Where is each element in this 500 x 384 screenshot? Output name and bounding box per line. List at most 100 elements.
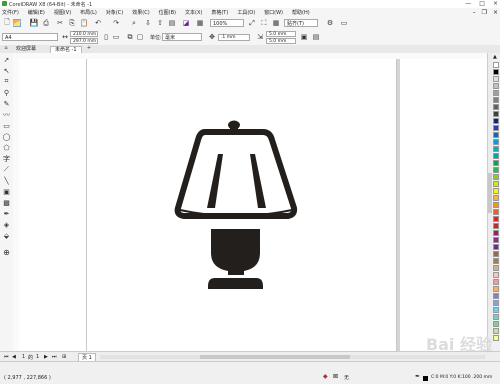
all-pages-icon[interactable]: ⧉ [126, 33, 134, 41]
menu-object[interactable]: 对象(C) [106, 9, 123, 16]
palette-swatch[interactable] [493, 139, 499, 145]
launch-icon[interactable]: ▭ [340, 19, 348, 27]
palette-swatch[interactable] [493, 293, 499, 299]
palette-swatch[interactable] [493, 181, 499, 187]
current-page-icon[interactable]: ▢ [136, 33, 144, 41]
zoom-tool-icon[interactable]: ⚲ [2, 88, 11, 97]
nudge-distance-field[interactable]: .1 mm [218, 34, 250, 41]
menu-bitmaps[interactable]: 位图(B) [159, 9, 176, 16]
add-page-icon[interactable]: ⊞ [62, 354, 66, 360]
print-icon[interactable]: ⎙ [42, 19, 50, 27]
palette-swatch[interactable] [493, 146, 499, 152]
minimize-button[interactable]: — [465, 0, 471, 7]
tab-welcome-screen[interactable]: 欢迎屏幕 [12, 46, 40, 53]
eyedropper-tool-icon[interactable]: ✒ [2, 209, 11, 218]
palette-swatch[interactable] [493, 118, 499, 124]
palette-swatch[interactable] [493, 223, 499, 229]
home-icon[interactable]: ⌂ [3, 45, 9, 51]
grid-icon[interactable]: ▦ [272, 19, 280, 27]
duplicate-y-field[interactable]: 5.0 mm [266, 38, 296, 44]
menu-table[interactable]: 表格(T) [211, 9, 228, 16]
save-icon[interactable]: 💾 [30, 19, 39, 27]
freehand-tool-icon[interactable]: ✎ [2, 99, 11, 108]
palette-swatch[interactable] [493, 216, 499, 222]
palette-swatch[interactable] [493, 258, 499, 264]
undo-icon[interactable]: ↶ [94, 19, 102, 27]
search-icon[interactable]: ⌕ [130, 19, 138, 27]
table-lamp-drawing[interactable] [170, 118, 300, 300]
full-screen-icon[interactable]: ⛶ [260, 19, 268, 27]
first-page-icon[interactable]: ⏮ [4, 354, 9, 360]
menu-file[interactable]: 文件(F) [2, 9, 19, 16]
snap-to-dropdown[interactable]: 贴齐(T) [284, 19, 318, 27]
smart-fill-tool-icon[interactable]: ⬙ [2, 231, 11, 240]
settings-icon[interactable]: ⚙ [326, 19, 334, 27]
palette-swatch[interactable] [493, 62, 499, 68]
menu-help[interactable]: 帮助(H) [292, 9, 310, 16]
page-width-field[interactable]: 210.0 mm [70, 31, 98, 37]
make-current-default-icon[interactable]: ▣ [300, 33, 308, 41]
window-minimize-doc-icon[interactable]: – [473, 9, 476, 16]
menu-effects[interactable]: 效果(C) [132, 9, 149, 16]
prev-page-icon[interactable]: ◀ [12, 354, 16, 360]
palette-swatch[interactable] [493, 307, 499, 313]
palette-swatch[interactable] [493, 125, 499, 131]
export-icon[interactable]: ⇧ [156, 19, 164, 27]
publish-icon[interactable]: ▤ [168, 19, 176, 27]
cut-icon[interactable]: ✂ [56, 19, 64, 27]
palette-swatch[interactable] [493, 195, 499, 201]
palette-swatch[interactable] [493, 272, 499, 278]
palette-swatch[interactable] [493, 321, 499, 327]
paper-size-select[interactable]: A4 [2, 33, 58, 41]
palette-swatch[interactable] [493, 97, 499, 103]
pick-tool-icon[interactable]: ➚ [2, 55, 11, 64]
palette-swatch[interactable] [493, 167, 499, 173]
welcome-icon[interactable]: ▦ [196, 19, 204, 27]
horizontal-scrollbar[interactable] [100, 355, 485, 359]
text-tool-icon[interactable]: 字 [2, 154, 11, 163]
palette-swatch[interactable] [493, 153, 499, 159]
palette-swatch[interactable] [493, 265, 499, 271]
menu-window[interactable]: 窗口(W) [264, 9, 283, 16]
portrait-icon[interactable]: ▯ [102, 33, 110, 41]
duplicate-x-field[interactable]: 5.0 mm [266, 31, 296, 37]
add-tab-icon[interactable]: + [86, 45, 92, 51]
parallel-dimension-tool-icon[interactable]: ⟋ [2, 165, 11, 174]
shape-tool-icon[interactable]: ↖ [2, 66, 11, 75]
window-restore-doc-icon[interactable]: ❐ [482, 9, 487, 16]
palette-swatch[interactable] [493, 104, 499, 110]
zoom-full-icon[interactable]: ⤢ [248, 19, 256, 27]
maximize-button[interactable]: □ [479, 0, 485, 7]
menu-view[interactable]: 视图(V) [54, 9, 71, 16]
close-button[interactable]: × [493, 0, 498, 7]
tab-untitled-1[interactable]: 未命名 -1 [50, 46, 82, 53]
palette-swatch[interactable] [493, 244, 499, 250]
palette-scroll-up-icon[interactable]: ▲ [493, 54, 497, 60]
palette-swatch[interactable] [493, 286, 499, 292]
palette-swatch[interactable] [493, 111, 499, 117]
menu-layout[interactable]: 布局(L) [80, 9, 97, 16]
palette-swatch[interactable] [493, 160, 499, 166]
paste-icon[interactable]: 📋 [80, 19, 89, 27]
options-icon[interactable]: ▤ [312, 33, 320, 41]
palette-swatch[interactable] [493, 202, 499, 208]
window-close-doc-icon[interactable]: × [493, 9, 498, 16]
ellipse-tool-icon[interactable]: ◯ [2, 132, 11, 141]
connector-tool-icon[interactable]: ╲ [2, 176, 11, 185]
open-icon[interactable]: 📂 [13, 19, 21, 27]
new-icon[interactable]: 🗋 [3, 18, 11, 27]
copy-icon[interactable]: ⎘ [68, 19, 76, 27]
palette-swatch[interactable] [493, 335, 499, 341]
palette-swatch[interactable] [493, 237, 499, 243]
palette-swatch[interactable] [493, 328, 499, 334]
palette-swatch[interactable] [493, 69, 499, 75]
palette-swatch[interactable] [493, 76, 499, 82]
interactive-fill-tool-icon[interactable]: ◈ [2, 220, 11, 229]
page-height-field[interactable]: 297.0 mm [70, 38, 98, 44]
menu-edit[interactable]: 编辑(E) [28, 9, 45, 16]
transparency-tool-icon[interactable]: ▩ [2, 198, 11, 207]
palette-swatch[interactable] [493, 314, 499, 320]
zoom-level-select[interactable]: 100% [210, 19, 244, 27]
polygon-tool-icon[interactable]: ⬠ [2, 143, 11, 152]
menu-text[interactable]: 文本(X) [185, 9, 202, 16]
